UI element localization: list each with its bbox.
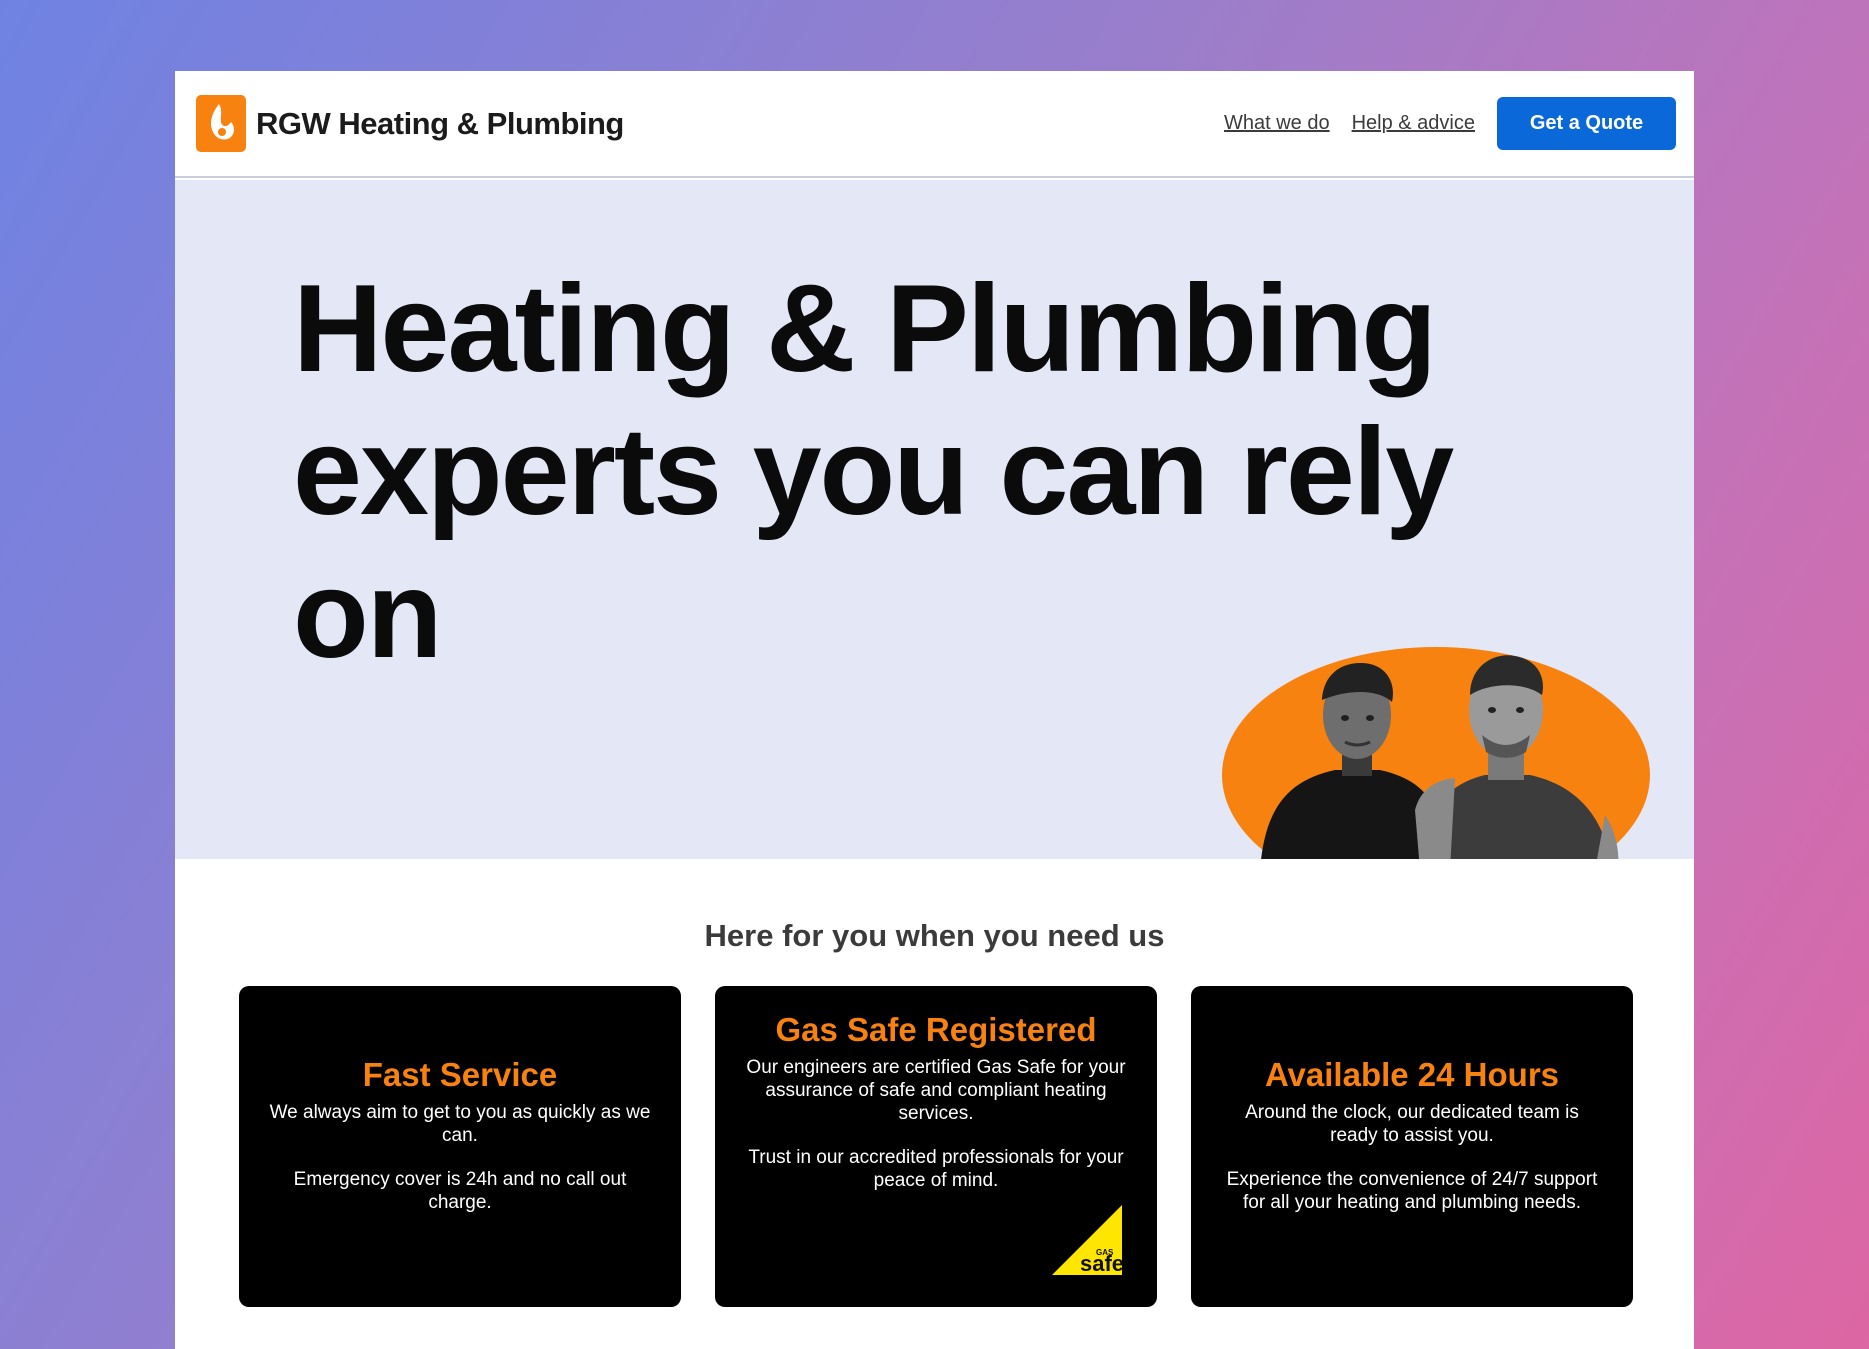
feature-card-24-hours: Available 24 Hours Around the clock, our… xyxy=(1191,986,1633,1307)
card-text: Emergency cover is 24h and no call out c… xyxy=(293,1169,627,1213)
logo-text: RGW Heating & Plumbing xyxy=(256,105,624,141)
logo[interactable]: RGW Heating & Plumbing xyxy=(196,95,624,152)
feature-card-gas-safe: Gas Safe Registered Our engineers are ce… xyxy=(715,986,1157,1307)
nav-link-help-advice[interactable]: Help & advice xyxy=(1352,112,1475,135)
card-text: Trust in our accredited professionals fo… xyxy=(748,1147,1124,1191)
card-text: Around the clock, our dedicated team is … xyxy=(1245,1102,1579,1146)
page: RGW Heating & Plumbing What we do Help &… xyxy=(175,71,1694,1349)
hero: Heating & Plumbing experts you can rely … xyxy=(175,180,1694,859)
card-text: Experience the convenience of 24/7 suppo… xyxy=(1226,1169,1598,1213)
gas-safe-logo-bottom-text: safe xyxy=(1080,1251,1122,1275)
feature-card-fast-service: Fast Service We always aim to get to you… xyxy=(239,986,681,1307)
team-photo xyxy=(1222,647,1650,859)
gas-safe-logo-icon: GAS safe xyxy=(1052,1205,1122,1275)
card-text: We always aim to get to you as quickly a… xyxy=(269,1102,651,1146)
get-quote-button[interactable]: Get a Quote xyxy=(1497,97,1676,150)
card-title: Fast Service xyxy=(362,1056,558,1093)
card-title: Available 24 Hours xyxy=(1264,1056,1560,1093)
card-title: Gas Safe Registered xyxy=(775,1011,1097,1048)
site-header: RGW Heating & Plumbing What we do Help &… xyxy=(175,71,1694,178)
main-nav: What we do Help & advice Get a Quote xyxy=(1224,97,1676,150)
hero-title: Heating & Plumbing experts you can rely … xyxy=(293,260,1454,684)
card-text: Our engineers are certified Gas Safe for… xyxy=(746,1057,1126,1124)
flame-drop-icon xyxy=(196,95,246,152)
nav-link-what-we-do[interactable]: What we do xyxy=(1224,112,1330,135)
section-title: Here for you when you need us xyxy=(704,918,1165,953)
